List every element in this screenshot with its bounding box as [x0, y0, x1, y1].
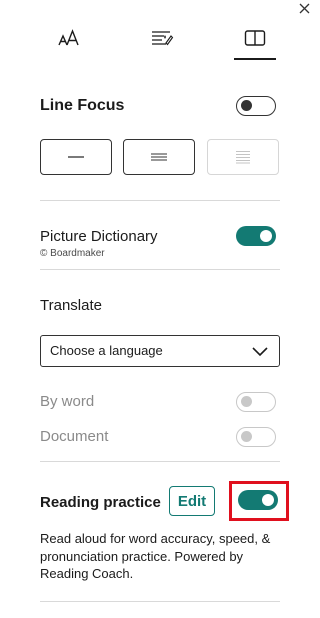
- divider: [40, 461, 280, 462]
- picture-dictionary-label: Picture Dictionary: [40, 228, 158, 245]
- toggle-knob: [262, 494, 274, 506]
- text-size-icon: [58, 29, 79, 46]
- tab-text-size[interactable]: [52, 24, 88, 52]
- divider: [40, 601, 280, 602]
- reading-practice-description: Read aloud for word accuracy, speed, & p…: [40, 531, 271, 581]
- close-button[interactable]: [297, 2, 311, 16]
- by-word-toggle[interactable]: [236, 392, 276, 412]
- close-icon: [299, 3, 310, 14]
- document-toggle[interactable]: [236, 427, 276, 447]
- document-label: Document: [40, 428, 109, 445]
- tab-reading-preferences[interactable]: [237, 24, 273, 52]
- chevron-down-icon: [252, 347, 268, 357]
- text-preferences-icon: [152, 31, 174, 46]
- tab-text-preferences[interactable]: [144, 24, 180, 52]
- edit-button[interactable]: Edit: [169, 486, 215, 516]
- active-tab-indicator: [234, 58, 276, 60]
- by-word-label: By word: [40, 393, 95, 410]
- line-focus-five-lines-button[interactable]: [207, 139, 279, 175]
- boardmaker-credit: © Boardmaker: [40, 248, 105, 259]
- line-focus-three-lines-button[interactable]: [123, 139, 195, 175]
- language-select-value: Choose a language: [50, 343, 163, 358]
- divider: [40, 269, 280, 270]
- line-focus-one-line-button[interactable]: [40, 139, 112, 175]
- line-focus-label: Line Focus: [40, 97, 125, 114]
- reading-practice-toggle[interactable]: [238, 490, 278, 510]
- five-lines-icon: [236, 151, 250, 164]
- toggle-knob: [241, 100, 252, 111]
- translate-label: Translate: [40, 297, 102, 314]
- toggle-knob: [260, 230, 272, 242]
- picture-dictionary-toggle[interactable]: [236, 226, 276, 246]
- one-line-icon: [68, 156, 84, 158]
- toggle-knob: [241, 396, 252, 407]
- three-lines-icon: [151, 153, 167, 161]
- reading-preferences-icon: [244, 30, 266, 46]
- language-select[interactable]: Choose a language: [40, 335, 280, 367]
- divider: [40, 200, 280, 201]
- reading-practice-label: Reading practice: [40, 494, 161, 511]
- toggle-knob: [241, 431, 252, 442]
- line-focus-toggle[interactable]: [236, 96, 276, 116]
